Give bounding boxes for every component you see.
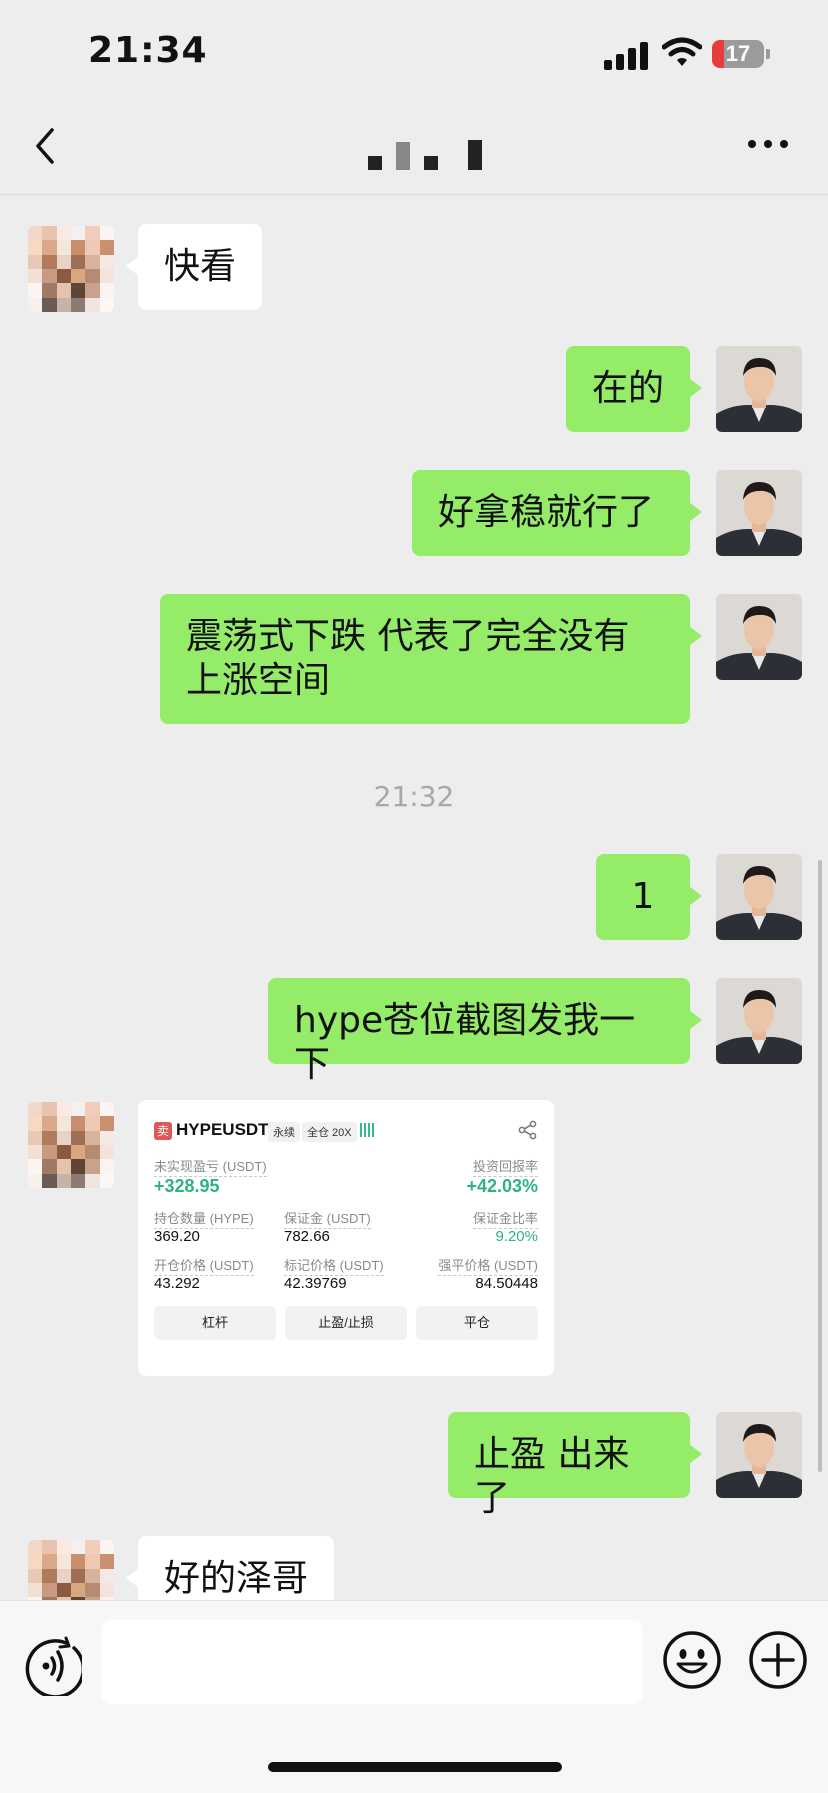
mark-price-label: 标记价格 (USDT) xyxy=(284,1255,384,1276)
margin-value: 782.66 xyxy=(284,1228,330,1245)
signal-bars-icon xyxy=(360,1123,374,1137)
my-avatar[interactable] xyxy=(716,978,802,1064)
margin-ratio-label: 保证金比率 xyxy=(472,1208,538,1229)
chat-title-redacted xyxy=(360,136,490,172)
message-bubble-sent[interactable]: 震荡式下跌 代表了完全没有上涨空间 xyxy=(160,594,702,724)
message-input[interactable] xyxy=(102,1620,642,1704)
margin-label: 保证金 (USDT) xyxy=(284,1208,371,1229)
contact-avatar[interactable] xyxy=(28,1102,114,1188)
trade-symbol: HYPEUSDT xyxy=(176,1120,269,1139)
entry-price-value: 43.292 xyxy=(154,1275,200,1292)
message-text: 快看 xyxy=(164,246,237,287)
margin-ratio-value: 9.20% xyxy=(495,1228,538,1245)
message-bubble-received[interactable]: 快看 xyxy=(126,224,262,310)
message-bubble-sent[interactable]: hype苍位截图发我一下 xyxy=(268,978,702,1085)
battery-level: 17 xyxy=(725,41,751,66)
margin-mode-tag: 全仓 20X xyxy=(302,1122,357,1142)
emoji-icon[interactable] xyxy=(662,1630,722,1690)
message-text: 1 xyxy=(631,876,655,917)
unrealized-pnl-label: 未实现盈亏 (USDT) xyxy=(154,1156,267,1177)
my-avatar[interactable] xyxy=(716,1412,802,1498)
message-text: 好拿稳就行了 xyxy=(438,492,655,533)
sell-badge: 卖 xyxy=(154,1122,172,1140)
chat-scrollbar[interactable] xyxy=(818,860,822,1472)
message-bubble-sent[interactable]: 在的 xyxy=(566,346,702,432)
message-bubble-sent[interactable]: 好拿稳就行了 xyxy=(412,470,702,556)
share-icon[interactable] xyxy=(518,1120,538,1140)
message-text: 在的 xyxy=(592,368,665,409)
leverage-button[interactable]: 杠杆 xyxy=(154,1306,276,1340)
message-text: 震荡式下跌 代表了完全没有上涨空间 xyxy=(186,616,630,701)
battery-icon: 17 xyxy=(712,40,770,70)
contract-type-tag: 永续 xyxy=(268,1122,300,1142)
wifi-icon xyxy=(661,36,703,68)
unrealized-pnl-value: +328.95 xyxy=(154,1176,220,1196)
trade-screenshot-card[interactable]: 卖 HYPEUSDT 永续 全仓 20X 未实现盈亏 (USDT) +328.9… xyxy=(138,1100,554,1376)
position-size-value: 369.20 xyxy=(154,1228,200,1245)
voice-input-icon[interactable] xyxy=(22,1636,86,1699)
liquidation-price-label: 强平价格 (USDT) xyxy=(438,1255,538,1276)
message-text: 止盈 出来了 xyxy=(474,1434,630,1519)
message-text: hype苍位截图发我一下 xyxy=(294,1000,636,1085)
roi-label: 投资回报率 xyxy=(472,1156,538,1177)
position-size-label: 持仓数量 (HYPE) xyxy=(154,1208,254,1229)
add-attachment-icon[interactable] xyxy=(748,1630,808,1690)
tp-sl-button[interactable]: 止盈/止损 xyxy=(285,1306,407,1340)
my-avatar[interactable] xyxy=(716,346,802,432)
entry-price-label: 开仓价格 (USDT) xyxy=(154,1255,254,1276)
cellular-signal-icon xyxy=(604,42,650,70)
message-bubble-sent[interactable]: 止盈 出来了 xyxy=(448,1412,702,1519)
home-indicator[interactable] xyxy=(268,1762,562,1772)
my-avatar[interactable] xyxy=(716,854,802,940)
liquidation-price-value: 84.50448 xyxy=(475,1275,538,1292)
message-text: 好的泽哥 xyxy=(164,1558,309,1599)
my-avatar[interactable] xyxy=(716,470,802,556)
message-bubble-sent[interactable]: 1 xyxy=(596,854,702,940)
more-options-icon[interactable] xyxy=(748,138,790,152)
roi-value: +42.03% xyxy=(466,1176,538,1196)
my-avatar[interactable] xyxy=(716,594,802,680)
mark-price-value: 42.39769 xyxy=(284,1275,347,1292)
message-timestamp: 21:32 xyxy=(373,780,455,813)
back-chevron-icon[interactable] xyxy=(30,124,60,168)
contact-avatar[interactable] xyxy=(28,226,114,312)
status-time: 21:34 xyxy=(88,30,208,71)
close-position-button[interactable]: 平仓 xyxy=(416,1306,538,1340)
nav-divider xyxy=(0,194,828,195)
